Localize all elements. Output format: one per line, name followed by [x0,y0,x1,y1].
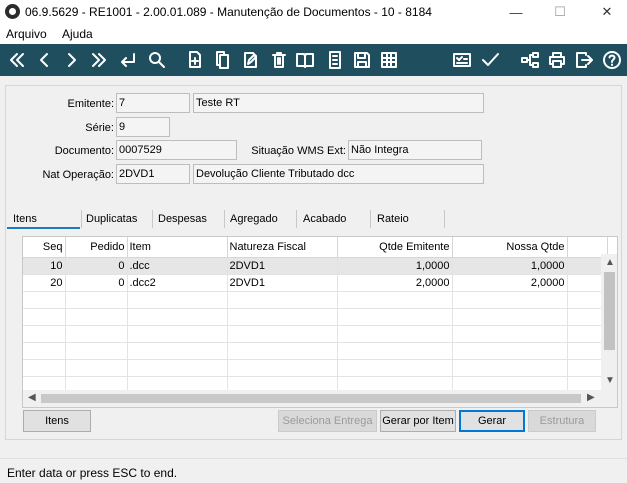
maximize-button[interactable]: ☐ [546,2,574,22]
tab-separator [224,210,225,228]
search-icon[interactable] [145,48,169,72]
menu-ajuda[interactable]: Ajuda [62,27,93,41]
empty-row [23,359,608,377]
tree-icon[interactable] [518,48,542,72]
gerar-button[interactable]: Gerar [459,410,525,432]
delete-icon[interactable] [267,48,291,72]
col-pedido-header[interactable]: Pedido [65,237,128,258]
emitente-code-field[interactable]: 7 [116,93,190,113]
tab-separator [152,210,153,228]
checklist-icon[interactable] [450,48,474,72]
tab-acabado[interactable]: Acabado [303,209,346,230]
title-bar: 06.9.5629 - RE1001 - 2.00.01.089 - Manut… [0,0,627,24]
scroll-left-icon[interactable]: ◀ [28,392,36,403]
app-icon [5,4,20,19]
cell-nossa-qtde[interactable]: 2,0000 [452,274,568,292]
close-button[interactable]: ✕ [593,2,621,22]
menu-arquivo[interactable]: Arquivo [6,27,47,41]
new-icon[interactable] [183,48,207,72]
cell-item[interactable]: .dcc [127,257,228,275]
emitente-label: Emitente: [67,98,114,110]
cell-natureza[interactable]: 2DVD1 [227,257,338,275]
window-title: 06.9.5629 - RE1001 - 2.00.01.089 - Manut… [25,5,432,19]
items-grid[interactable]: Seq Pedido Item Natureza Fiscal Qtde Emi… [22,236,618,408]
book-icon[interactable] [293,48,317,72]
menu-bar: Arquivo Ajuda [0,24,627,44]
situacao-label: Situação WMS Ext: [251,145,346,157]
cell-pedido[interactable]: 0 [65,274,128,292]
documento-field[interactable]: 0007529 [116,140,237,160]
status-bar: Enter data or press ESC to end. [0,458,627,483]
confirm-icon[interactable] [478,48,502,72]
help-icon[interactable] [600,48,624,72]
natop-label: Nat Operação: [42,169,114,181]
cell-qtde-emitente[interactable]: 1,0000 [337,257,453,275]
list-icon[interactable] [323,48,347,72]
last-icon[interactable] [87,48,111,72]
scroll-up-icon[interactable]: ▲ [605,257,615,268]
tab-separator [296,210,297,228]
empty-row [23,291,608,309]
col-nossa-qtde-header[interactable]: Nossa Qtde [452,237,568,258]
tab-separator [370,210,371,228]
estrutura-button[interactable]: Estrutura [528,410,596,432]
active-tab-indicator [7,227,80,229]
items-table: Seq Pedido Item Natureza Fiscal Qtde Emi… [23,237,608,394]
exit-icon[interactable] [572,48,596,72]
itens-button[interactable]: Itens [23,410,91,432]
cell-qtde-emitente[interactable]: 2,0000 [337,274,453,292]
minimize-button[interactable]: — [502,2,530,22]
cell-pedido[interactable]: 0 [65,257,128,275]
emitente-name-field[interactable]: Teste RT [193,93,484,113]
scroll-down-icon[interactable]: ▼ [605,375,615,386]
natop-code-field[interactable]: 2DVD1 [116,164,190,184]
natop-desc-field[interactable]: Devolução Cliente Tributado dcc [193,164,484,184]
situacao-field[interactable]: Não Integra [348,140,482,160]
col-seq-header[interactable]: Seq [23,237,66,258]
serie-label: Série: [85,122,114,134]
table-row[interactable]: 10 0 .dcc 2DVD1 1,0000 1,0000 [23,257,608,275]
tab-separator [81,210,82,228]
table-row[interactable]: 20 0 .dcc2 2DVD1 2,0000 2,0000 [23,274,608,292]
serie-field[interactable]: 9 [116,117,170,137]
tab-duplicatas[interactable]: Duplicatas [86,209,137,230]
scroll-right-icon[interactable]: ▶ [587,392,595,403]
print-icon[interactable] [545,48,569,72]
previous-icon[interactable] [32,48,56,72]
tab-despesas[interactable]: Despesas [158,209,207,230]
status-text: Enter data or press ESC to end. [7,466,178,480]
cell-seq[interactable]: 20 [23,274,66,292]
vertical-scrollbar[interactable]: ▲ ▼ [601,254,617,390]
tab-rateio[interactable]: Rateio [377,209,409,230]
cell-nossa-qtde[interactable]: 1,0000 [452,257,568,275]
grid-icon[interactable] [377,48,401,72]
col-natureza-header[interactable]: Natureza Fiscal [227,237,338,258]
goto-icon[interactable] [116,48,140,72]
cell-natureza[interactable]: 2DVD1 [227,274,338,292]
save-icon[interactable] [350,48,374,72]
grid-header-row: Seq Pedido Item Natureza Fiscal Qtde Emi… [23,237,608,258]
tab-agregado[interactable]: Agregado [230,209,278,230]
copy-icon[interactable] [211,48,235,72]
empty-row [23,325,608,343]
col-item-header[interactable]: Item [127,237,228,258]
col-qtde-emitente-header[interactable]: Qtde Emitente [337,237,453,258]
seleciona-entrega-button[interactable]: Seleciona Entrega [278,410,377,432]
empty-row [23,342,608,360]
vertical-scroll-thumb[interactable] [604,272,615,350]
cell-seq[interactable]: 10 [23,257,66,275]
empty-row [23,308,608,326]
horizontal-scrollbar[interactable]: ◀ ▶ [23,390,617,407]
cell-item[interactable]: .dcc2 [127,274,228,292]
toolbar [0,44,627,76]
gerar-por-item-button[interactable]: Gerar por Item [380,410,456,432]
documento-label: Documento: [54,145,114,157]
next-icon[interactable] [60,48,84,72]
horizontal-scroll-thumb[interactable] [41,394,581,403]
tab-separator [444,210,445,228]
first-icon[interactable] [5,48,29,72]
edit-icon[interactable] [239,48,263,72]
